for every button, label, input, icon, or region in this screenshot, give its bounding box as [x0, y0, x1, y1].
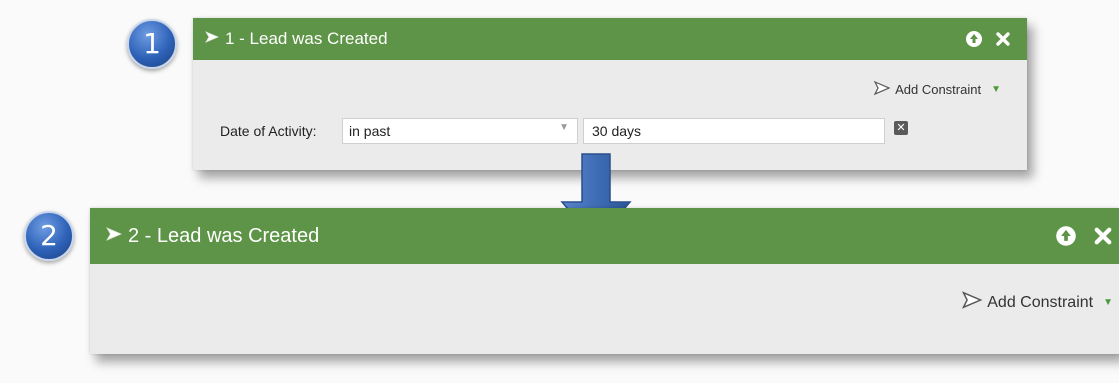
dropdown-caret-icon[interactable]: ▼ — [1103, 297, 1113, 308]
flow-step-icon — [106, 226, 123, 247]
add-constraint-button[interactable]: Add Constraint ▼ — [961, 290, 1113, 315]
operator-select[interactable]: in past ▼ — [342, 118, 578, 144]
remove-constraint-icon[interactable]: ✕ — [894, 121, 908, 135]
value-input[interactable]: 30 days — [583, 118, 885, 144]
operator-value: in past — [349, 123, 391, 139]
filter-header[interactable]: 1 - Lead was Created — [193, 18, 1027, 60]
constraint-label: Date of Activity: — [220, 123, 317, 139]
filter-header[interactable]: 2 - Lead was Created — [90, 208, 1119, 264]
add-constraint-button[interactable]: Add Constraint ▼ — [873, 80, 1001, 99]
move-up-icon[interactable] — [965, 30, 983, 48]
add-constraint-label: Add Constraint — [987, 293, 1094, 311]
add-constraint-icon — [873, 80, 891, 99]
add-constraint-icon — [961, 290, 983, 315]
filter-panel: 2 - Lead was Created Add Constraint ▼ — [90, 208, 1119, 354]
filter-panel: 1 - Lead was Created Add Constraint ▼ Da… — [193, 18, 1027, 170]
select-arrow-icon: ▼ — [559, 122, 569, 133]
close-icon[interactable] — [995, 31, 1011, 47]
add-constraint-label: Add Constraint — [895, 82, 982, 97]
close-icon[interactable] — [1093, 226, 1113, 246]
dropdown-caret-icon[interactable]: ▼ — [991, 84, 1001, 95]
flow-step-icon — [205, 30, 220, 49]
filter-title: 2 - Lead was Created — [128, 224, 320, 247]
filter-title: 1 - Lead was Created — [225, 29, 388, 48]
value-text: 30 days — [592, 123, 642, 139]
step-number-badge: 2 — [24, 211, 74, 261]
move-up-icon[interactable] — [1055, 225, 1077, 247]
step-number-badge: 1 — [127, 19, 177, 69]
